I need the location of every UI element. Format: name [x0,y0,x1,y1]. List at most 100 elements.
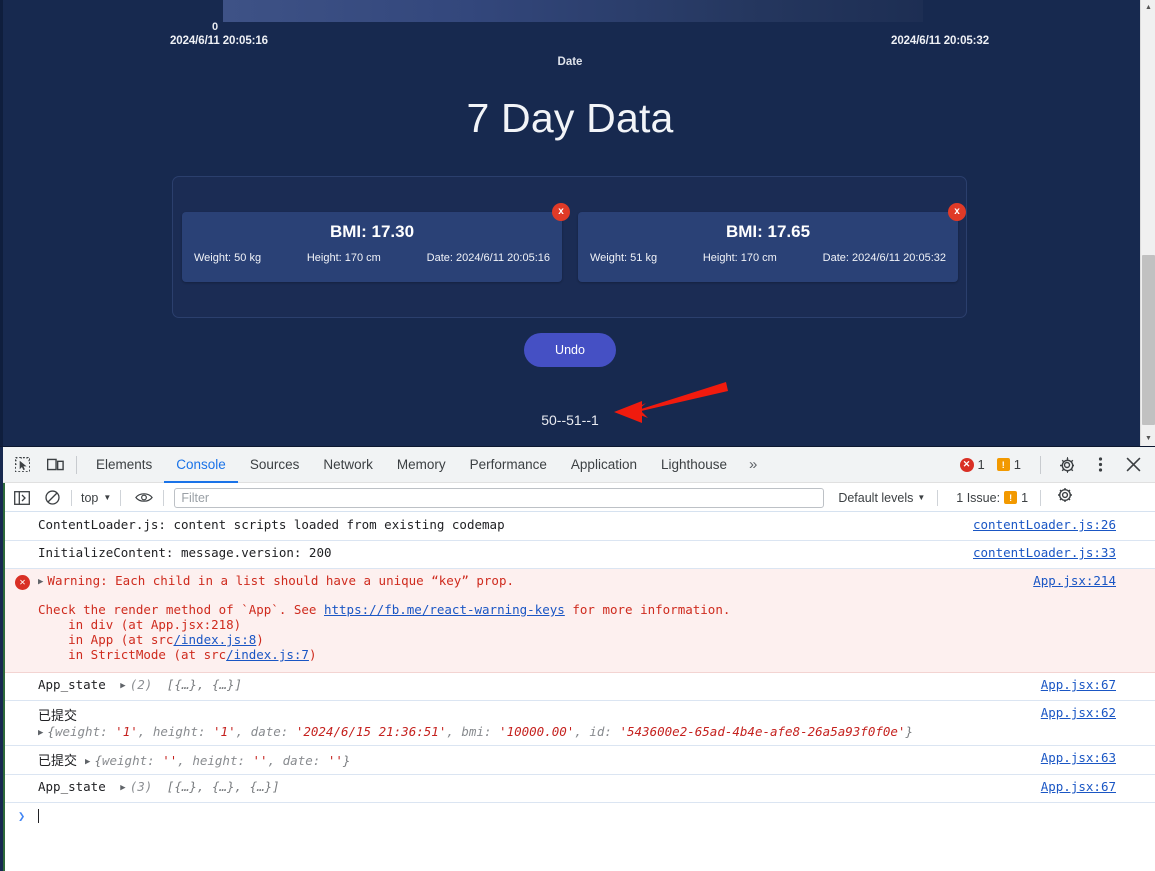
console-filter-input[interactable] [174,487,825,508]
prompt-caret-icon: ❯ [18,809,26,823]
close-devtools-icon[interactable] [1119,452,1147,478]
close-icon[interactable]: x [948,203,966,221]
log-row[interactable]: 已提交 ▶ {weight: '', height: '', date: ''} A… [5,746,1155,775]
execution-context-value: top [81,490,99,505]
tab-performance[interactable]: Performance [458,447,559,483]
log-source-link[interactable]: App.jsx:63 [1041,750,1116,765]
scroll-down-arrow-icon[interactable]: ▼ [1141,431,1155,446]
console-settings-gear-icon[interactable] [1057,487,1073,508]
log-source-link[interactable]: App.jsx:67 [1041,677,1116,692]
log-object-preview[interactable]: {weight: '', height: '', date: ''} [94,753,350,768]
gear-icon[interactable] [1053,452,1081,478]
expand-triangle-icon[interactable]: ▶ [85,757,90,767]
tab-lighthouse[interactable]: Lighthouse [649,447,739,483]
toolbar-divider [76,455,77,474]
bmi-card[interactable]: BMI: 17.65 Weight: 51 kg Height: 170 cm … [578,203,966,282]
array-preview[interactable]: [{…}, {…}, {…}] [167,779,280,794]
tab-elements[interactable]: Elements [84,447,164,483]
console-sidebar-toggle-icon[interactable] [9,487,35,509]
scroll-up-arrow-icon[interactable]: ▲ [1141,0,1155,15]
log-row[interactable]: InitializeContent: message.version: 200 … [5,541,1155,569]
field-key: date: [282,753,328,768]
array-preview[interactable]: [{…}, {…}] [167,677,242,692]
page-scrollbar[interactable]: ▲ ▼ [1140,0,1155,446]
log-row[interactable]: App_state ▶ (2) [{…}, {…}] App.jsx:67 [5,673,1155,701]
expand-triangle-icon[interactable]: ▶ [38,577,43,587]
bmi-cards-row: BMI: 17.30 Weight: 50 kg Height: 170 cm … [182,203,966,282]
log-row-error[interactable]: ✕ ▶ Warning: Each child in a list should … [5,569,1155,673]
tab-console[interactable]: Console [164,447,238,483]
field-value: '' [252,753,268,768]
clear-console-icon[interactable] [39,487,65,509]
error-icon: ✕ [959,457,974,472]
inspect-element-icon[interactable] [8,452,36,478]
console-toolbar: top ▼ Default levels ▼ 1 Issue: ! 1 [5,484,1155,512]
log-row[interactable]: 已提交 ▶ {weight: '1', height: '1', date: '2… [5,701,1155,746]
error-icon: ✕ [15,575,30,590]
undo-button[interactable]: Undo [524,333,616,367]
expand-triangle-icon[interactable]: ▶ [120,783,125,793]
index-js-7-link[interactable]: /index.js:7 [226,647,309,662]
field-value: '1' [213,724,236,739]
react-warning-keys-link[interactable]: https://fb.me/react-warning-keys [324,602,565,617]
tab-application[interactable]: Application [559,447,649,483]
expand-triangle-icon[interactable]: ▶ [120,681,125,691]
tab-network[interactable]: Network [311,447,385,483]
warning-count: 1 [1013,457,1021,472]
log-object-preview[interactable]: ▶ {weight: '1', height: '1', date: '2024/… [38,724,1155,739]
field-key: bmi: [461,724,500,739]
toolbar-divider [1040,489,1042,506]
bmi-card[interactable]: BMI: 17.30 Weight: 50 kg Height: 170 cm … [182,203,570,282]
devtools-tabbar: Elements Console Sources Network Memory … [3,447,1155,483]
live-expression-eye-icon[interactable] [131,487,157,509]
log-row[interactable]: ContentLoader.js: content scripts loaded… [5,513,1155,541]
error-count: 1 [977,457,985,472]
page-scrollbar-thumb[interactable] [1142,255,1155,425]
log-source-link[interactable]: contentLoader.js:26 [973,517,1116,532]
more-tabs-icon[interactable]: » [739,447,767,483]
chevron-down-icon: ▼ [917,493,926,502]
text-cursor [38,809,39,823]
toolbar-divider [163,489,165,506]
toolbar-divider [71,489,72,506]
field-key: date: [250,724,296,739]
devtools-panel: Elements Console Sources Network Memory … [0,446,1155,871]
app-page-viewport: 0 2024/6/11 20:05:16 2024/6/11 20:05:32 … [0,0,1155,446]
stack-text: in div (at App.jsx:218) [38,617,242,632]
execution-context-selector[interactable]: top ▼ [78,491,114,505]
more-options-icon[interactable] [1086,452,1114,478]
close-icon[interactable]: x [552,203,570,221]
field-value: '10000.00' [499,724,575,739]
log-source-link[interactable]: App.jsx:214 [1033,573,1116,588]
chart-plot-band [223,0,923,22]
issue-counters[interactable]: ✕ 1 ! 1 [959,457,1029,472]
log-message: InitializeContent: message.version: 200 [38,545,332,560]
field-value: '2024/6/15 21:36:51' [295,724,447,739]
error-headline: Warning: Each child in a list should hav… [47,573,515,588]
bmi-cards-panel: BMI: 17.30 Weight: 50 kg Height: 170 cm … [172,176,967,318]
bmi-height: Height: 170 cm [702,252,777,264]
log-label: App_state [38,779,106,794]
error-body: Check the render method of `App`. See ht… [38,602,1155,617]
issues-summary[interactable]: 1 Issue: ! 1 [956,491,1028,505]
tab-memory[interactable]: Memory [385,447,458,483]
log-source-link[interactable]: App.jsx:62 [1041,705,1116,720]
index-js-8-link[interactable]: /index.js:8 [173,632,256,647]
field-value: '1' [115,724,138,739]
log-row[interactable]: App_state ▶ (3) [{…}, {…}, {…}] App.jsx:6… [5,775,1155,803]
debug-values-text: 50--51--1 [541,412,599,428]
console-log-list[interactable]: ContentLoader.js: content scripts loaded… [5,513,1155,871]
chart-x-axis-title: Date [557,56,583,68]
log-source-link[interactable]: App.jsx:67 [1041,779,1116,794]
toggle-device-toolbar-icon[interactable] [41,452,69,478]
log-source-link[interactable]: contentLoader.js:33 [973,545,1116,560]
console-prompt-row[interactable]: ❯ [5,803,1155,830]
chart-bottom-remnant [0,0,1140,30]
tab-sources[interactable]: Sources [238,447,312,483]
chart-x-tick-last: 2024/6/11 20:05:32 [891,35,989,47]
page-title: 7 Day Data [466,95,674,141]
bmi-height: Height: 170 cm [306,252,381,264]
log-levels-selector[interactable]: Default levels ▼ [838,491,925,505]
bmi-date: Date: 2024/6/11 20:05:32 [822,252,946,264]
expand-triangle-icon[interactable]: ▶ [38,728,43,738]
